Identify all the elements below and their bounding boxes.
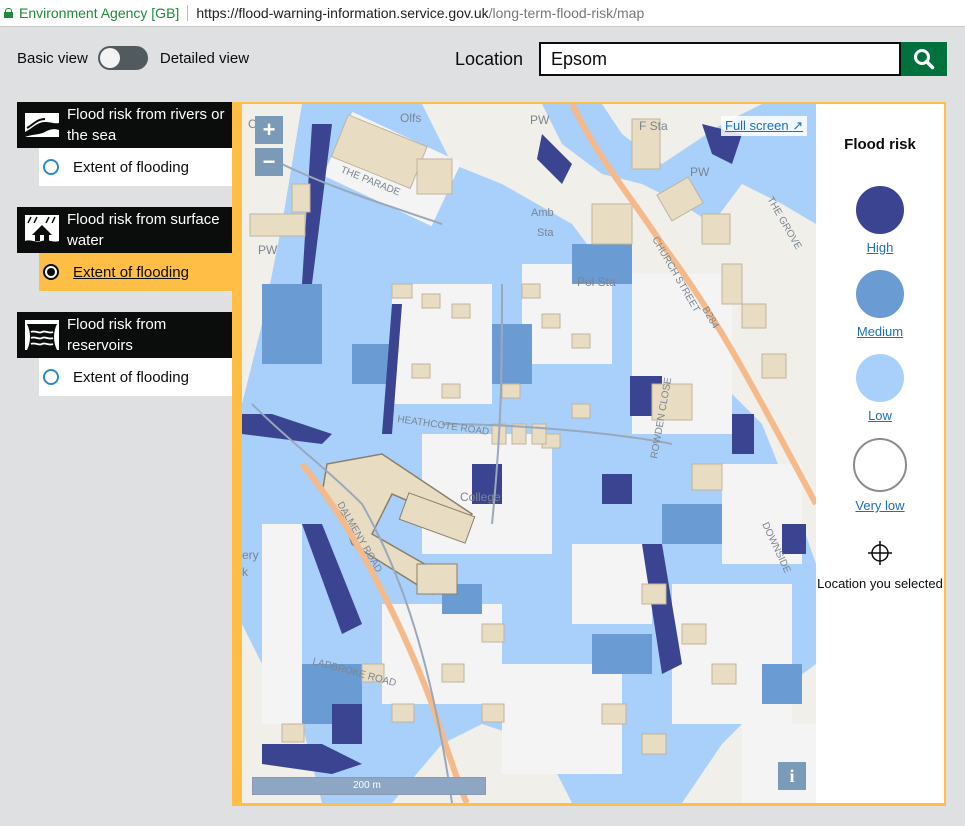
view-switch[interactable]: [97, 46, 148, 70]
layer-rivers-sea: Flood risk from rivers or the sea Extent…: [17, 102, 232, 186]
option-extent-of-flooding[interactable]: Extent of flooding: [39, 148, 232, 186]
map-label: PW: [258, 243, 278, 257]
map-label: College: [460, 490, 501, 504]
flood-map[interactable]: Olfs PW F Sta PW Amb Sta Pol Sta PW Coll…: [242, 104, 816, 803]
search-icon: [914, 49, 935, 70]
location-selected-label: Location you selected: [817, 576, 943, 591]
legend-label[interactable]: Low: [816, 408, 944, 423]
scale-label: 200 m: [353, 780, 381, 791]
layer-reservoirs: Flood risk from reservoirs Extent of flo…: [17, 312, 232, 396]
option-extent-of-flooding[interactable]: Extent of flooding: [39, 253, 249, 291]
layer-header: Flood risk from surface water: [17, 207, 232, 253]
map-label: Olfs: [400, 111, 421, 125]
site-identity: Environment Agency [GB]: [19, 5, 180, 21]
expand-icon: ↗: [792, 118, 804, 133]
location-label: Location: [455, 49, 524, 69]
divider: [187, 5, 189, 21]
river-icon: [17, 102, 67, 148]
map-label: PW: [530, 113, 550, 127]
full-screen-label: Full screen: [725, 118, 789, 133]
map-label: ery: [242, 548, 259, 562]
location-input[interactable]: [539, 42, 901, 76]
legend-item-medium[interactable]: Medium: [816, 270, 944, 339]
option-label: Extent of flooding: [73, 158, 189, 176]
info-button[interactable]: i: [778, 762, 806, 790]
radio-button[interactable]: [43, 264, 59, 280]
layer-title: Flood risk from surface water: [67, 211, 220, 249]
reservoir-icon: [17, 312, 67, 358]
map-label: Pol Sta: [577, 275, 616, 289]
url-host[interactable]: https://flood-warning-information.servic…: [196, 5, 488, 21]
zoom-in-button[interactable]: +: [255, 116, 283, 144]
lock-icon: [4, 8, 13, 18]
layer-title: Flood risk from rivers or the sea: [67, 106, 225, 144]
detailed-view-label: Detailed view: [159, 49, 250, 67]
layer-header: Flood risk from rivers or the sea: [17, 102, 232, 148]
low-risk-swatch: [856, 354, 904, 402]
legend-panel: Flood risk High Medium Low Very low Loca…: [816, 104, 944, 803]
switch-knob: [99, 48, 120, 68]
map-label: Amb: [531, 207, 554, 219]
map-label: PW: [690, 165, 710, 179]
option-label: Extent of flooding: [73, 368, 189, 386]
basic-view-label: Basic view: [17, 49, 88, 67]
very-low-risk-swatch: [853, 438, 907, 492]
map-label: Sta: [537, 227, 554, 239]
legend-label[interactable]: Very low: [816, 498, 944, 513]
legend-item-low[interactable]: Low: [816, 354, 944, 423]
view-toggle: Basic view Detailed view: [17, 46, 249, 70]
house-rain-icon: [17, 207, 67, 253]
full-screen-link[interactable]: Full screen ↗: [721, 116, 808, 136]
map-label: k: [242, 565, 249, 579]
zoom-out-button[interactable]: −: [255, 148, 283, 176]
legend-label[interactable]: High: [816, 240, 944, 255]
legend-location-selected: Location you selected: [816, 540, 944, 593]
radio-button[interactable]: [43, 369, 59, 385]
scale-bar: 200 m: [252, 777, 486, 795]
option-label: Extent of flooding: [73, 263, 189, 281]
layer-header: Flood risk from reservoirs: [17, 312, 232, 358]
map-label: F Sta: [639, 119, 668, 133]
legend-title: Flood risk: [844, 136, 916, 153]
search-button[interactable]: [901, 42, 947, 76]
map-canvas: Olfs PW F Sta PW Amb Sta Pol Sta PW Coll…: [242, 104, 816, 803]
legend-label[interactable]: Medium: [816, 324, 944, 339]
address-bar[interactable]: Environment Agency [GB] https://flood-wa…: [0, 0, 965, 27]
legend-item-high[interactable]: High: [816, 186, 944, 255]
legend-item-very-low[interactable]: Very low: [816, 438, 944, 513]
url-path[interactable]: /long-term-flood-risk/map: [489, 5, 645, 21]
layer-surface-water: Flood risk from surface water Extent of …: [17, 207, 249, 291]
high-risk-swatch: [856, 186, 904, 234]
layer-title: Flood risk from reservoirs: [67, 316, 167, 354]
option-extent-of-flooding[interactable]: Extent of flooding: [39, 358, 232, 396]
radio-button[interactable]: [43, 159, 59, 175]
crosshair-icon: [868, 541, 892, 565]
medium-risk-swatch: [856, 270, 904, 318]
